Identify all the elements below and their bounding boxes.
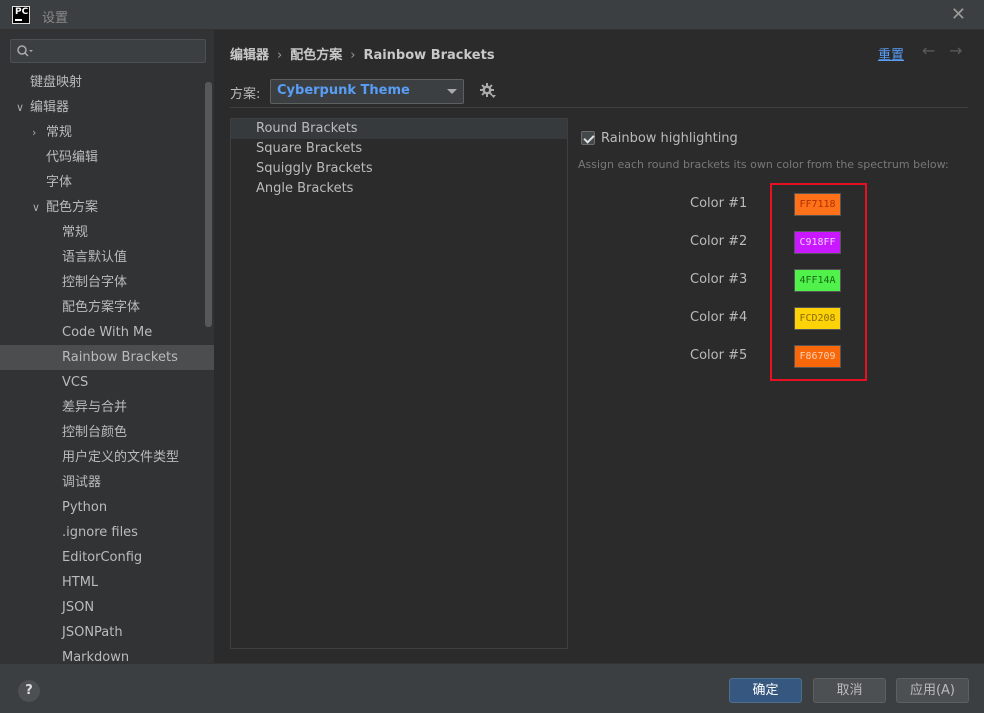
rainbow-hint-text: Assign each round brackets its own color… — [578, 158, 949, 171]
color-label: Color #4 — [690, 310, 748, 325]
color-label: Color #3 — [690, 272, 748, 287]
back-arrow-icon[interactable]: ← — [922, 41, 935, 60]
bracket-type-list: Round Brackets Square Brackets Squiggly Br… — [230, 118, 568, 649]
breadcrumb: 编辑器 › 配色方案 › Rainbow Brackets — [230, 44, 495, 63]
gear-icon[interactable] — [479, 82, 497, 100]
sidebar-item[interactable]: Python — [0, 495, 214, 520]
sidebar-scrollbar[interactable] — [205, 82, 212, 327]
breadcrumb-separator-icon: › — [277, 48, 283, 63]
apply-button[interactable]: 应用(A) — [896, 678, 969, 703]
sidebar-item[interactable]: 配色方案字体 — [0, 295, 214, 320]
divider — [230, 107, 968, 108]
sidebar-item[interactable]: .ignore files — [0, 520, 214, 545]
sidebar-item-label: 常规 — [46, 125, 73, 140]
main-panel: 编辑器 › 配色方案 › Rainbow Brackets 重置 ← → 方案: Cyb… — [214, 30, 984, 663]
breadcrumb-item: 配色方案 — [290, 48, 343, 63]
sidebar-item[interactable]: ∨ 配色方案 — [0, 195, 214, 220]
chevron-down-icon[interactable]: ∨ — [32, 195, 46, 220]
search-input[interactable] — [10, 39, 206, 63]
highlight-box — [770, 183, 867, 381]
sidebar-item[interactable]: 控制台颜色 — [0, 420, 214, 445]
ok-button[interactable]: 确定 — [729, 678, 802, 703]
sidebar-item-label: 代码编辑 — [46, 150, 99, 165]
sidebar-item-label: 编辑器 — [30, 100, 70, 115]
sidebar-item-label: 差异与合并 — [62, 400, 128, 415]
color-label: Color #1 — [690, 196, 748, 211]
sidebar-item-label: 配色方案 — [46, 200, 99, 215]
title-bar: PC 设置 ✕ — [0, 0, 984, 30]
scheme-select[interactable]: Cyberpunk Theme — [270, 79, 464, 104]
forward-arrow-icon[interactable]: → — [949, 41, 962, 60]
sidebar-item-label: Python — [62, 500, 108, 515]
sidebar-item[interactable]: 用户定义的文件类型 — [0, 445, 214, 470]
scheme-label: 方案: — [230, 87, 261, 102]
sidebar-item[interactable]: 语言默认值 — [0, 245, 214, 270]
sidebar-item[interactable]: 代码编辑 — [0, 145, 214, 170]
sidebar-item[interactable]: Markdown — [0, 645, 214, 663]
sidebar-item-label: 键盘映射 — [30, 75, 83, 90]
dialog-footer: ? 确定 取消 应用(A) — [0, 663, 984, 713]
sidebar-item-label: 控制台字体 — [62, 275, 128, 290]
sidebar-item-label: .ignore files — [62, 525, 138, 540]
sidebar-item[interactable]: › 常规 — [0, 120, 214, 145]
sidebar-item[interactable]: 字体 — [0, 170, 214, 195]
sidebar-item-label: 语言默认值 — [62, 250, 128, 265]
sidebar-item-label: Rainbow Brackets — [62, 350, 178, 365]
sidebar-item-label: 调试器 — [62, 475, 102, 490]
sidebar-item-label: HTML — [62, 575, 99, 590]
sidebar-item-label: 常规 — [62, 225, 89, 240]
app-icon-text: PC — [15, 7, 29, 17]
sidebar-item-label: JSONPath — [62, 625, 123, 640]
breadcrumb-item: Rainbow Brackets — [363, 48, 495, 63]
sidebar-item[interactable]: 常规 — [0, 220, 214, 245]
bracket-type-item[interactable]: Square Brackets — [231, 139, 567, 159]
sidebar-item-label: EditorConfig — [62, 550, 143, 565]
sidebar-item-label: 字体 — [46, 175, 73, 190]
chevron-down-icon — [447, 89, 457, 94]
sidebar-item-label: 控制台颜色 — [62, 425, 128, 440]
rainbow-highlighting-checkbox[interactable] — [581, 131, 595, 145]
color-label: Color #5 — [690, 348, 748, 363]
rainbow-highlighting-label[interactable]: Rainbow highlighting — [601, 131, 738, 146]
scheme-select-value: Cyberpunk Theme — [277, 83, 410, 98]
pycharm-app-icon: PC — [12, 6, 30, 24]
sidebar-item-label: Code With Me — [62, 325, 153, 340]
search-icon — [17, 45, 33, 57]
sidebar-item[interactable]: Rainbow Brackets — [0, 345, 214, 370]
settings-tree: 键盘映射 ∨ 编辑器 › 常规 代码编辑 字体 ∨ 配色方案 常规 语言默认值 控制台字体 配色方案字体… — [0, 70, 214, 663]
color-label: Color #2 — [690, 234, 748, 249]
sidebar-item-label: Markdown — [62, 650, 130, 663]
bracket-type-item[interactable]: Squiggly Brackets — [231, 159, 567, 179]
sidebar-item-label: VCS — [62, 375, 89, 390]
sidebar-item[interactable]: HTML — [0, 570, 214, 595]
sidebar-item[interactable]: 调试器 — [0, 470, 214, 495]
settings-sidebar: 键盘映射 ∨ 编辑器 › 常规 代码编辑 字体 ∨ 配色方案 常规 语言默认值 控制台字体 配色方案字体… — [0, 30, 214, 663]
help-button[interactable]: ? — [18, 680, 40, 702]
chevron-down-icon[interactable]: ∨ — [16, 95, 30, 120]
sidebar-item[interactable]: 控制台字体 — [0, 270, 214, 295]
breadcrumb-item: 编辑器 — [230, 48, 270, 63]
sidebar-item[interactable]: EditorConfig — [0, 545, 214, 570]
bracket-type-item[interactable]: Round Brackets — [231, 119, 567, 139]
sidebar-item[interactable]: JSONPath — [0, 620, 214, 645]
sidebar-item[interactable]: 差异与合并 — [0, 395, 214, 420]
sidebar-item[interactable]: ∨ 编辑器 — [0, 95, 214, 120]
cancel-button[interactable]: 取消 — [813, 678, 886, 703]
sidebar-item[interactable]: Code With Me — [0, 320, 214, 345]
breadcrumb-separator-icon: › — [350, 48, 356, 63]
sidebar-item-label: JSON — [62, 600, 95, 615]
chevron-right-icon[interactable]: › — [32, 120, 46, 145]
sidebar-item-label: 用户定义的文件类型 — [62, 450, 180, 465]
close-icon[interactable]: ✕ — [951, 4, 966, 25]
sidebar-item[interactable]: VCS — [0, 370, 214, 395]
sidebar-item[interactable]: JSON — [0, 595, 214, 620]
reset-link[interactable]: 重置 — [878, 44, 904, 63]
window-title: 设置 — [42, 11, 69, 26]
sidebar-item-label: 配色方案字体 — [62, 300, 141, 315]
bracket-type-item[interactable]: Angle Brackets — [231, 179, 567, 199]
sidebar-item[interactable]: 键盘映射 — [0, 70, 214, 95]
